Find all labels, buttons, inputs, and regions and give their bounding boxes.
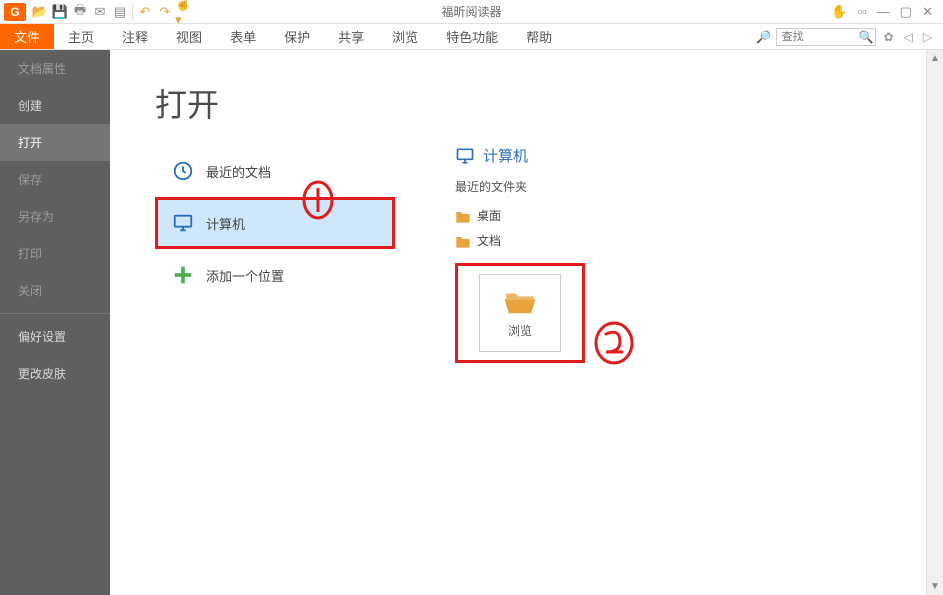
undo-icon[interactable]: ↶ — [135, 2, 155, 22]
email-icon[interactable]: ✉ — [90, 2, 110, 22]
bottom-icon[interactable]: — — [877, 4, 890, 19]
monitor-icon — [172, 212, 194, 234]
tab-share[interactable]: 共享 — [324, 24, 378, 49]
open-source-options: 最近的文档 计算机 添加一个位置 — [155, 145, 395, 301]
save-icon[interactable]: 💾 — [50, 2, 70, 22]
option-computer-label: 计算机 — [206, 214, 245, 233]
quick-access-toolbar: G 📂 💾 🖶 ✉ ▤ ↶ ↷ ☝▾ 福昕阅读器 ✋ ▫▫ — ▢ ✕ — [0, 0, 943, 24]
computer-header-label: 计算机 — [483, 145, 528, 166]
tab-comment[interactable]: 注释 — [108, 24, 162, 49]
recent-folders-label: 最近的文件夹 — [455, 178, 705, 195]
touch-mode-icon[interactable]: ✋ — [831, 4, 847, 20]
computer-panel: 计算机 最近的文件夹 桌面 文档 浏览 — [455, 145, 705, 363]
monitor-header-icon — [455, 146, 475, 166]
sidebar-item-create[interactable]: 创建 — [0, 87, 110, 124]
sidebar-item-close[interactable]: 关闭 — [0, 272, 110, 309]
sidebar-item-print[interactable]: 打印 — [0, 235, 110, 272]
option-add-place-label: 添加一个位置 — [206, 266, 284, 285]
folder-icon — [455, 209, 471, 223]
tab-view[interactable]: 视图 — [162, 24, 216, 49]
file-sidebar: 文档属性 创建 打开 保存 另存为 打印 关闭 偏好设置 更改皮肤 — [0, 50, 110, 595]
search-go-icon[interactable]: 🔍 — [859, 30, 874, 44]
option-add-place[interactable]: 添加一个位置 — [155, 249, 395, 301]
tab-home[interactable]: 主页 — [54, 24, 108, 49]
search-wrap: 🔍 — [776, 28, 876, 46]
nav-prev-icon[interactable]: ◁ — [901, 30, 916, 44]
tab-form[interactable]: 表单 — [216, 24, 270, 49]
nav-next-icon[interactable]: ▷ — [920, 30, 935, 44]
tab-help[interactable]: 帮助 — [512, 24, 566, 49]
folder-desktop-label: 桌面 — [477, 207, 501, 224]
plus-icon — [172, 264, 194, 286]
folder-documents[interactable]: 文档 — [455, 228, 705, 253]
sidebar-item-doc-props[interactable]: 文档属性 — [0, 50, 110, 87]
main-content: 打开 最近的文档 计算机 添加一个位置 计算机 最近的文件夹 — [110, 50, 943, 595]
open-folder-icon — [503, 288, 537, 316]
option-recent[interactable]: 最近的文档 — [155, 145, 395, 197]
scroll-track[interactable] — [927, 67, 943, 578]
vertical-scrollbar[interactable]: ▲ ▼ — [926, 50, 943, 595]
print-icon[interactable]: 🖶 — [70, 2, 90, 22]
open-file-icon[interactable]: 📂 — [30, 2, 50, 22]
qat-separator — [132, 4, 133, 20]
gear-icon[interactable]: ✿ — [880, 30, 896, 44]
app-logo: G — [4, 3, 26, 21]
browse-annotation-box: 浏览 — [455, 263, 585, 363]
page-title: 打开 — [155, 80, 219, 126]
folder-documents-label: 文档 — [477, 232, 501, 249]
sidebar-item-preferences[interactable]: 偏好设置 — [0, 318, 110, 355]
sidebar-item-skin[interactable]: 更改皮肤 — [0, 355, 110, 392]
scroll-up-icon[interactable]: ▲ — [927, 50, 943, 67]
sidebar-separator — [0, 313, 110, 314]
sidebar-item-save-as[interactable]: 另存为 — [0, 198, 110, 235]
scroll-down-icon[interactable]: ▼ — [927, 578, 943, 595]
tab-protect[interactable]: 保护 — [270, 24, 324, 49]
sidebar-item-save[interactable]: 保存 — [0, 161, 110, 198]
folder-desktop[interactable]: 桌面 — [455, 203, 705, 228]
hand-tool-icon[interactable]: ☝▾ — [175, 2, 195, 22]
redo-icon[interactable]: ↷ — [155, 2, 175, 22]
computer-header: 计算机 — [455, 145, 705, 166]
option-computer[interactable]: 计算机 — [155, 197, 395, 249]
tab-browse[interactable]: 浏览 — [378, 24, 432, 49]
folder-icon — [455, 234, 471, 248]
tab-file[interactable]: 文件 — [0, 24, 54, 49]
find-icon[interactable]: 🔎 — [754, 28, 772, 46]
ribbon-tabs: 文件 主页 注释 视图 表单 保护 共享 浏览 特色功能 帮助 🔎 🔍 ✿ ◁ … — [0, 24, 943, 50]
minimize-icon[interactable]: ▫▫ — [858, 4, 867, 19]
document-icon[interactable]: ▤ — [110, 2, 130, 22]
browse-button[interactable]: 浏览 — [479, 274, 561, 352]
browse-label: 浏览 — [508, 322, 532, 339]
option-recent-label: 最近的文档 — [206, 162, 271, 181]
tab-feature[interactable]: 特色功能 — [432, 24, 512, 49]
close-window-icon[interactable]: ✕ — [922, 4, 933, 20]
maximize-icon[interactable]: ▢ — [900, 4, 912, 20]
sidebar-item-open[interactable]: 打开 — [0, 124, 110, 161]
clock-icon — [172, 160, 194, 182]
body-area: 文档属性 创建 打开 保存 另存为 打印 关闭 偏好设置 更改皮肤 打开 最近的… — [0, 50, 943, 595]
